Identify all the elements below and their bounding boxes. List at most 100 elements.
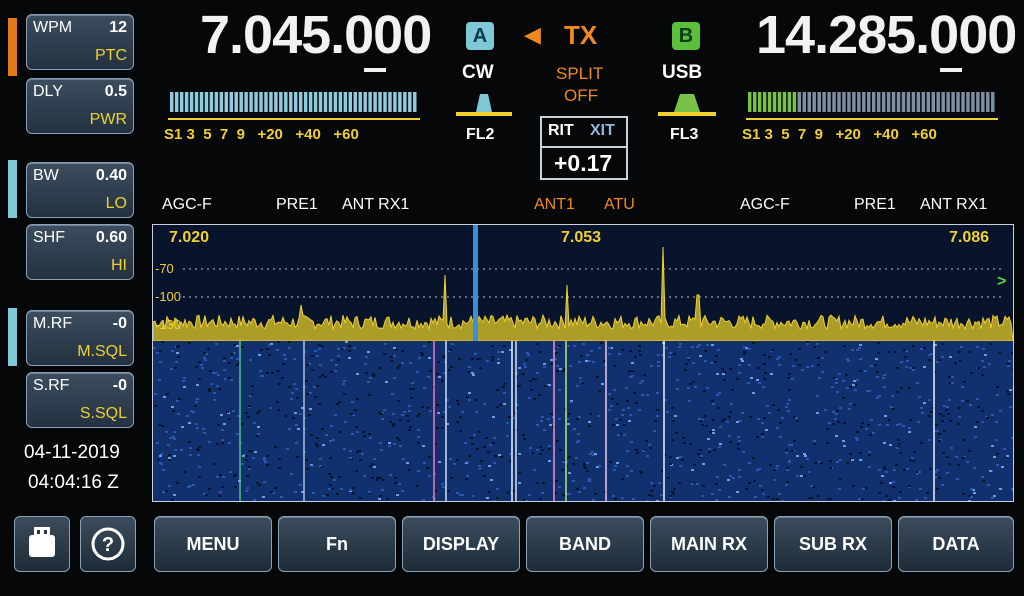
rit-label[interactable]: RIT (548, 122, 574, 140)
waterfall-speckle (576, 418, 579, 420)
waterfall-display[interactable] (153, 341, 1013, 501)
waterfall-speckle (295, 424, 298, 426)
vfo-a-badge[interactable]: A (466, 22, 494, 50)
waterfall-speckle (935, 424, 938, 426)
vfo-a-frequency[interactable]: 7.045.000 (200, 4, 432, 66)
waterfall-speckle (752, 392, 755, 394)
menu-button[interactable]: MENU (154, 516, 272, 572)
smeter-segment (343, 92, 348, 112)
waterfall-speckle (567, 423, 570, 425)
vfo-b-mode[interactable]: USB (662, 62, 702, 84)
waterfall-speckle (316, 445, 319, 447)
ref-level-marker[interactable]: > (997, 273, 1006, 291)
waterfall-speckle (672, 493, 675, 495)
waterfall-speckle (616, 424, 619, 426)
key-label: SHF (33, 229, 65, 246)
wpm-ptc-key[interactable]: WPM 12 PTC (26, 14, 134, 70)
sub-rx-button[interactable]: SUB RX (774, 516, 892, 572)
display-button[interactable]: DISPLAY (402, 516, 520, 572)
scale-tick: S1 (742, 126, 761, 143)
waterfall-speckle (675, 432, 678, 434)
waterfall-speckle (329, 440, 332, 442)
waterfall-signal-trace (565, 341, 567, 501)
key-sub: HI (111, 257, 127, 274)
waterfall-speckle (216, 476, 219, 478)
waterfall-speckle (223, 360, 226, 362)
waterfall-speckle (781, 417, 784, 419)
band-button[interactable]: BAND (526, 516, 644, 572)
waterfall-speckle (614, 498, 617, 500)
waterfall-speckle (982, 348, 985, 350)
waterfall-speckle (548, 445, 551, 447)
waterfall-speckle (365, 356, 368, 358)
waterfall-speckle (204, 359, 207, 361)
waterfall-speckle (981, 360, 984, 362)
waterfall-speckle (991, 445, 994, 447)
vfo-b-badge[interactable]: B (672, 22, 700, 50)
waterfall-speckle (636, 452, 639, 454)
waterfall-speckle (310, 434, 313, 436)
waterfall-speckle (885, 495, 888, 497)
waterfall-speckle (198, 476, 201, 478)
vfo-a-filter-label[interactable]: FL2 (466, 126, 494, 144)
waterfall-speckle (741, 360, 744, 362)
waterfall-speckle (776, 465, 779, 467)
waterfall-speckle (747, 382, 750, 384)
waterfall-speckle (451, 343, 454, 345)
waterfall-speckle (538, 394, 541, 396)
waterfall-speckle (676, 457, 679, 459)
vfo-b-filter-label[interactable]: FL3 (670, 126, 698, 144)
panadapter[interactable]: 7.020 7.053 7.086 -70 -100 -130 > (152, 224, 1014, 502)
key-value: -0 (112, 315, 127, 332)
waterfall-speckle (489, 444, 492, 446)
waterfall-speckle (938, 359, 941, 361)
bw-lo-key[interactable]: BW 0.40 LO (26, 162, 134, 218)
waterfall-speckle (277, 409, 280, 411)
waterfall-speckle (286, 448, 289, 450)
waterfall-speckle (201, 367, 204, 369)
waterfall-speckle (976, 421, 979, 423)
waterfall-speckle (941, 484, 944, 486)
waterfall-speckle (656, 409, 659, 411)
mrf-msql-key[interactable]: M.RF -0 M.SQL (26, 310, 134, 366)
waterfall-speckle (752, 342, 755, 344)
waterfall-speckle (748, 348, 751, 350)
waterfall-speckle (315, 443, 318, 445)
srf-ssql-key[interactable]: S.RF -0 S.SQL (26, 372, 134, 428)
waterfall-speckle (236, 345, 239, 347)
shf-hi-key[interactable]: SHF 0.60 HI (26, 224, 134, 280)
waterfall-speckle (496, 488, 499, 490)
waterfall-speckle (588, 425, 591, 427)
waterfall-speckle (868, 390, 871, 392)
fn-button[interactable]: Fn (278, 516, 396, 572)
waterfall-speckle (962, 439, 965, 441)
waterfall-speckle (507, 492, 510, 494)
split-label[interactable]: SPLIT (556, 64, 603, 84)
waterfall-speckle (743, 346, 746, 348)
scale-tick: 3 (764, 126, 773, 143)
waterfall-speckle (779, 422, 782, 424)
key-label: BW (33, 167, 59, 184)
smeter-segment (318, 92, 323, 112)
waterfall-speckle (266, 455, 269, 457)
waterfall-speckle (638, 345, 641, 347)
help-button[interactable]: ? (80, 516, 136, 572)
usb-drive-button[interactable] (14, 516, 70, 572)
waterfall-speckle (473, 434, 476, 436)
xit-label[interactable]: XIT (590, 122, 615, 140)
waterfall-speckle (714, 361, 717, 363)
waterfall-speckle (817, 495, 820, 497)
data-button[interactable]: DATA (898, 516, 1014, 572)
dly-pwr-key[interactable]: DLY 0.5 PWR (26, 78, 134, 134)
vfo-a-mode[interactable]: CW (462, 62, 494, 84)
smeter-segment (787, 92, 792, 112)
waterfall-speckle (421, 406, 424, 408)
waterfall-speckle (270, 491, 273, 493)
waterfall-speckle (356, 373, 359, 375)
vfo-b-frequency[interactable]: 14.285.000 (756, 4, 1017, 66)
waterfall-speckle (562, 370, 565, 372)
waterfall-speckle (257, 426, 260, 428)
waterfall-speckle (337, 359, 340, 361)
main-rx-button[interactable]: MAIN RX (650, 516, 768, 572)
rit-xit-box[interactable]: RIT XIT +0.17 (540, 116, 628, 180)
